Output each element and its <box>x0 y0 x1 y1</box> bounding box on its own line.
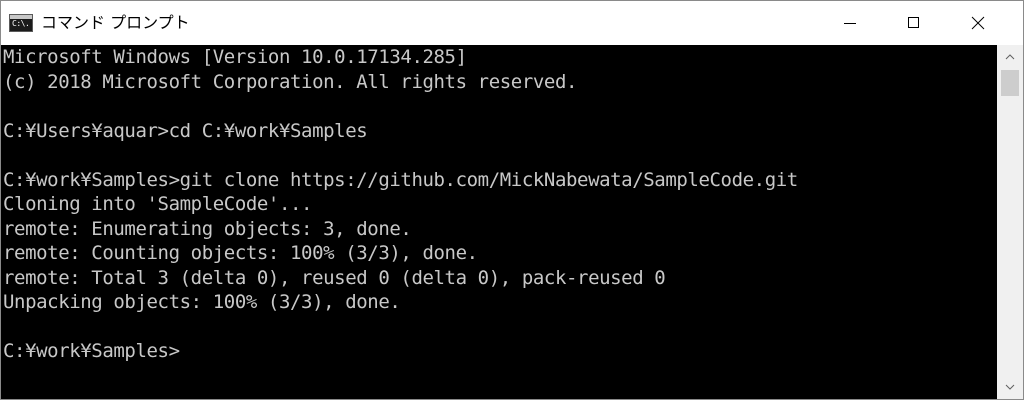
chevron-up-icon <box>1005 54 1015 60</box>
window-title: コマンド プロンプト <box>41 13 190 32</box>
console-line: Microsoft Windows [Version 10.0.17134.28… <box>3 46 467 68</box>
vertical-scrollbar[interactable] <box>997 45 1023 399</box>
console-app-icon[interactable]: C:\. <box>9 14 33 32</box>
console-line: remote: Total 3 (delta 0), reused 0 (del… <box>3 266 666 289</box>
close-icon <box>971 16 985 30</box>
console-line: C:¥Users¥aquar>cd C:¥work¥Samples <box>3 119 368 142</box>
icon-text: C:\. <box>12 19 30 28</box>
minimize-icon <box>844 23 856 24</box>
chevron-down-icon <box>1005 384 1015 390</box>
scroll-up-button[interactable] <box>997 45 1023 69</box>
scrollbar-thumb[interactable] <box>1001 70 1019 96</box>
console-line: remote: Enumerating objects: 3, done. <box>3 217 412 240</box>
close-button[interactable] <box>955 1 1001 45</box>
console-line: Unpacking objects: 100% (3/3), done. <box>3 291 401 313</box>
console-text: Microsoft Windows [Version 10.0.17134.28… <box>1 45 997 364</box>
command-prompt-window: C:\. コマンド プロンプト Microsoft Windows [Versi… <box>0 0 1024 400</box>
console-line: Cloning into 'SampleCode'... <box>3 193 313 215</box>
console-line: (c) 2018 Microsoft Corporation. All righ… <box>3 70 578 93</box>
console-line: remote: Counting objects: 100% (3/3), do… <box>3 242 478 264</box>
title-bar[interactable]: C:\. コマンド プロンプト <box>1 1 1023 45</box>
console-prompt-line: C:¥work¥Samples> <box>3 340 180 362</box>
minimize-button[interactable] <box>827 1 873 45</box>
console-output[interactable]: Microsoft Windows [Version 10.0.17134.28… <box>1 45 997 399</box>
maximize-icon <box>908 17 919 28</box>
scroll-down-button[interactable] <box>997 375 1023 399</box>
console-line: C:¥work¥Samples>git clone https://github… <box>3 168 798 191</box>
maximize-button[interactable] <box>891 1 937 45</box>
